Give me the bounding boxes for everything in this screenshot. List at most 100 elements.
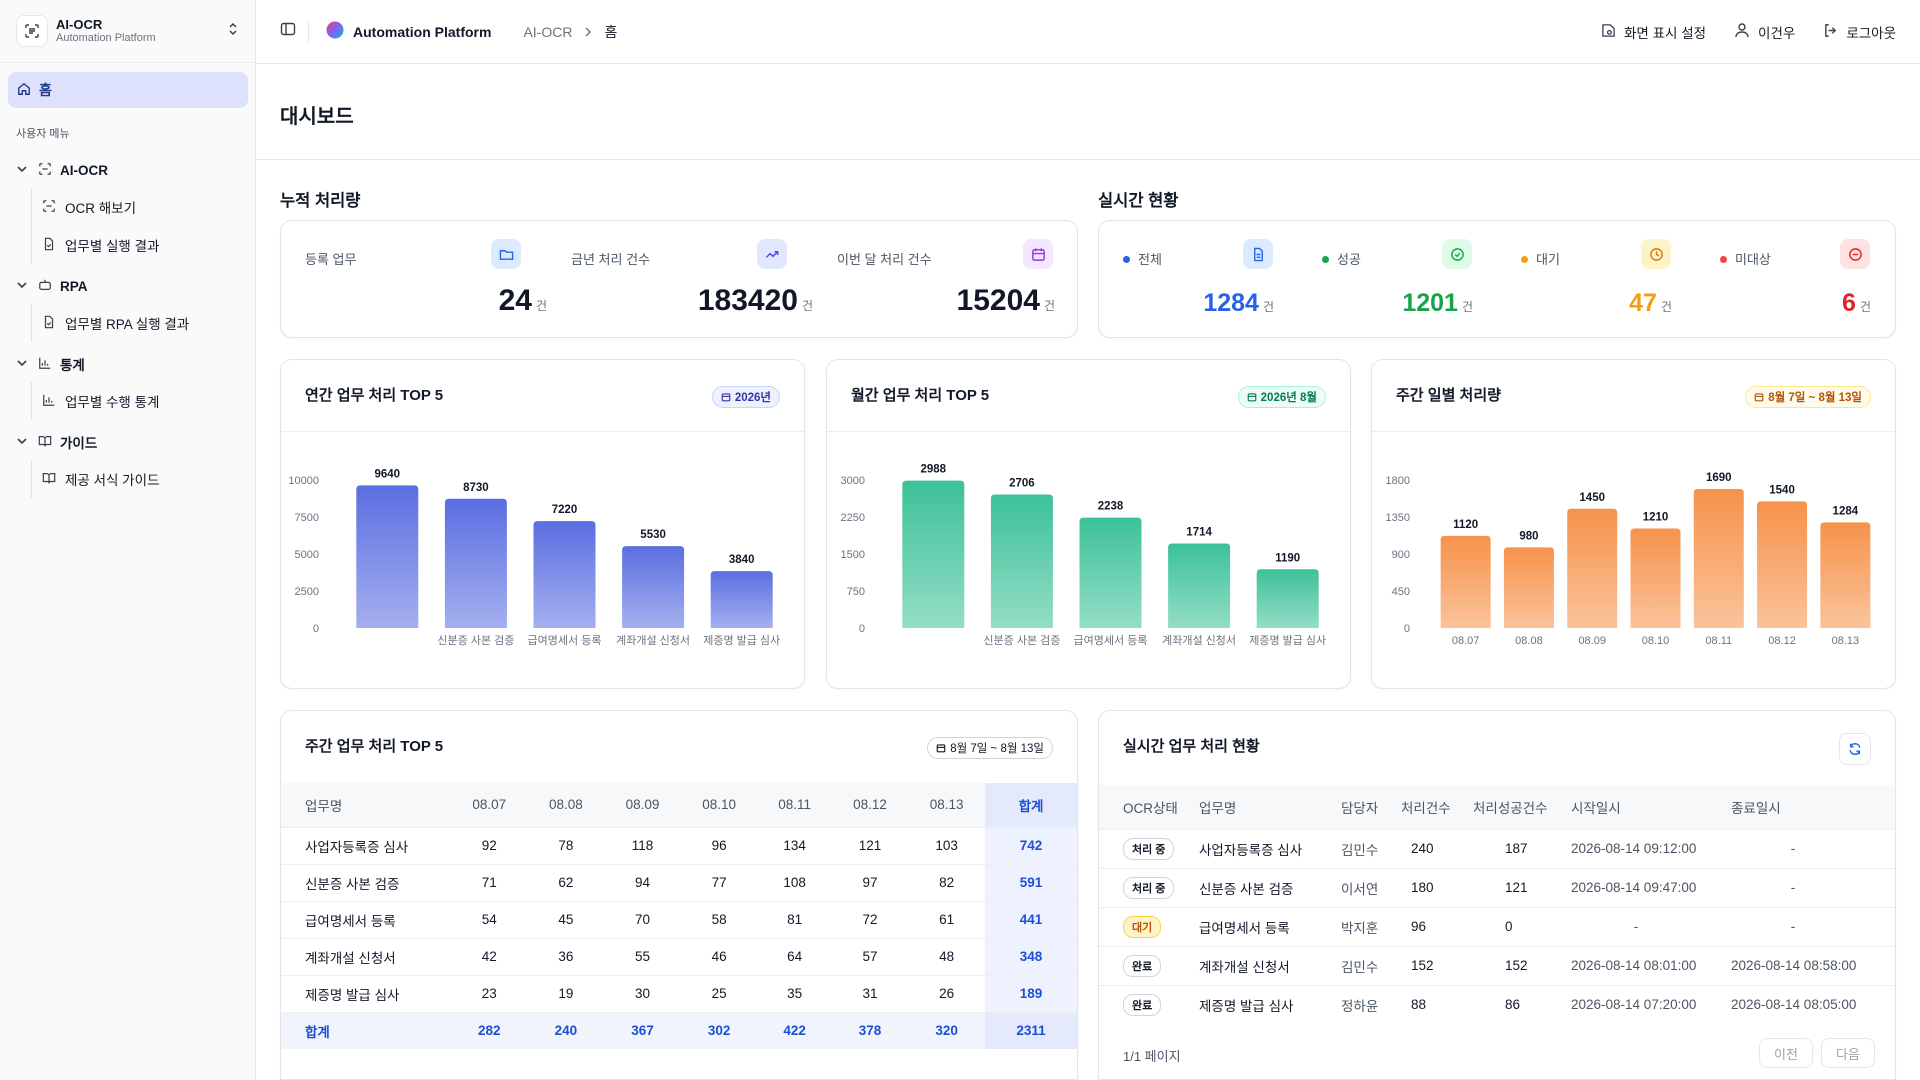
y-tick-label: 0	[1404, 623, 1410, 635]
sidebar-item-home-label: 홈	[39, 82, 52, 98]
display-settings-button[interactable]: 화면 표시 설정	[1601, 22, 1706, 42]
count-cell: 96	[680, 826, 758, 864]
sidebar-group-ai-ocr[interactable]: AI-OCR	[0, 152, 256, 188]
task-name-cell: 계좌개설 신청서	[281, 937, 451, 975]
sidebar-item-format-guide[interactable]: 제공 서식 가이드	[32, 460, 256, 498]
bar-0[interactable]	[356, 485, 419, 628]
assignee-cell: 정하윤	[1341, 984, 1401, 1024]
table-title: 실시간 업무 처리 현황	[1123, 738, 1260, 755]
sidebar-group-stats[interactable]: 통계	[0, 346, 256, 382]
bar-value-label: 2706	[1009, 478, 1035, 490]
bar-value-label: 5530	[640, 529, 666, 541]
y-tick-label: 2500	[295, 586, 319, 598]
start-time-cell: 2026-08-14 08:01:00	[1571, 945, 1731, 985]
stat-value: 15204	[956, 284, 1040, 317]
y-tick-label: 5000	[295, 549, 319, 561]
bar-4[interactable]	[1693, 489, 1744, 628]
bar-2[interactable]	[533, 521, 596, 628]
bar-5[interactable]	[1757, 501, 1808, 628]
bar-value-label: 980	[1519, 530, 1538, 542]
count-cell: 58	[680, 900, 758, 938]
refresh-button[interactable]	[1839, 733, 1871, 765]
bar-value-label: 2988	[921, 464, 947, 476]
table-row[interactable]: 완료 계좌개설 신청서 김민수 152 152 2026-08-14 08:01:00 20…	[1099, 945, 1895, 985]
table-row[interactable]: 제증명 발급 심사 23 19 30 25 35 31 26 189	[281, 974, 1077, 1012]
bar-2[interactable]	[1567, 508, 1618, 628]
bar-1[interactable]	[444, 498, 507, 628]
status-dot	[1521, 256, 1528, 263]
bar-3[interactable]	[622, 546, 685, 628]
bar-0[interactable]	[1440, 535, 1491, 628]
sidebar-item-label: 업무별 실행 결과	[65, 239, 160, 254]
sidebar-item-rpa-results[interactable]: 업무별 RPA 실행 결과	[32, 304, 256, 342]
success-count-cell: 152	[1473, 945, 1571, 985]
count-cell: 152	[1401, 945, 1473, 985]
total-cell: 합계	[281, 1011, 451, 1049]
table-row[interactable]: 처리 중 신분증 사본 검증 이서연 180 121 2026-08-14 09:47:0…	[1099, 867, 1895, 907]
sidebar-subnav: 업무별 수행 통계	[31, 382, 256, 420]
y-tick-label: 750	[847, 586, 865, 598]
bar-3[interactable]	[1630, 528, 1681, 628]
realtime-table: OCR상태 업무명 담당자 처리건수 처리성공건수 시작일시 종료일시 처리 중…	[1099, 785, 1895, 1024]
sidebar-item-label: 제공 서식 가이드	[65, 473, 160, 488]
bar-1[interactable]	[1503, 547, 1554, 628]
brand-switcher[interactable]: AI-OCR Automation Platform	[0, 0, 255, 63]
bar-3[interactable]	[1168, 543, 1231, 628]
bar-2[interactable]	[1079, 517, 1142, 628]
bar-value-label: 2238	[1098, 501, 1124, 513]
bar-0[interactable]	[902, 480, 965, 628]
realtime-card: 전체 1284 건 성공 1201 건 대기 47 건 미대상 6건	[1098, 220, 1896, 338]
sidebar-item-home[interactable]: 홈	[8, 72, 248, 108]
sidebar-group-guide[interactable]: 가이드	[0, 424, 256, 460]
breadcrumb-section[interactable]: AI-OCR	[523, 24, 572, 40]
top-actions: 화면 표시 설정 이건우 로그아웃	[1573, 22, 1896, 42]
table-row[interactable]: 계좌개설 신청서 42 36 55 46 64 57 48 348	[281, 937, 1077, 975]
table-header-row: OCR상태 업무명 담당자 처리건수 처리성공건수 시작일시 종료일시	[1099, 785, 1895, 829]
table-row[interactable]: 급여명세서 등록 54 45 70 58 81 72 61 441	[281, 900, 1077, 938]
table-row[interactable]: 대기 급여명세서 등록 박지훈 96 0- -	[1099, 906, 1895, 946]
logout-button[interactable]: 로그아웃	[1823, 22, 1896, 42]
user-menu[interactable]: 이건우	[1734, 22, 1795, 42]
next-page-button[interactable]: 다음	[1821, 1038, 1875, 1068]
realtime-title: 실시간 현황	[1098, 192, 1179, 210]
brand-subtitle: Automation Platform	[56, 32, 156, 45]
table-row[interactable]: 처리 중 사업자등록증 심사 김민수 240 187 2026-08-14 09:12:0…	[1099, 828, 1895, 868]
prev-page-button[interactable]: 이전	[1759, 1038, 1813, 1068]
table-row[interactable]: 신분증 사본 검증 71 62 94 77 108 97 82 591	[281, 863, 1077, 901]
bar-6[interactable]	[1820, 522, 1871, 628]
badge-label: 8월 7일 ~ 8월 13일	[1768, 392, 1862, 404]
chevron-up-down-icon[interactable]	[227, 22, 239, 41]
bar-4[interactable]	[710, 571, 773, 628]
stat-label: 대기	[1536, 252, 1560, 267]
page-title: 대시보드	[280, 106, 354, 128]
count-cell: 45	[527, 900, 605, 938]
total-cell: 2311	[985, 1011, 1077, 1049]
stat-value: 1284	[1203, 289, 1259, 317]
count-cell: 54	[451, 900, 528, 938]
total-cell: 591	[985, 863, 1077, 901]
chevron-down-icon	[16, 435, 30, 450]
table-row[interactable]: 완료 제증명 발급 심사 정하윤 88 86 2026-08-14 07:20:00 202…	[1099, 984, 1895, 1024]
stat-waiting: 대기 47 건	[1497, 221, 1696, 336]
x-tick-label: 급여명세서 등록	[1074, 634, 1148, 647]
sidebar-toggle-icon[interactable]	[280, 21, 296, 42]
table-row[interactable]: 사업자등록증 심사 92 78 118 96 134 121 103 742	[281, 826, 1077, 864]
sidebar-item-task-stats[interactable]: 업무별 수행 통계	[32, 382, 256, 420]
bar-1[interactable]	[990, 494, 1053, 628]
sidebar-item-ocr-results[interactable]: 업무별 실행 결과	[32, 226, 256, 264]
count-cell: 108	[757, 863, 832, 901]
end-time-cell: 2026-08-14 08:58:00	[1731, 945, 1895, 985]
y-tick-label: 1500	[841, 549, 865, 561]
x-tick-label: 제증명 발급 심사	[703, 634, 780, 647]
bar-value-label: 1284	[1833, 505, 1859, 517]
stat-unit: 건	[1043, 299, 1055, 313]
column-header: 시작일시	[1571, 785, 1731, 829]
breadcrumb-app[interactable]: Automation Platform	[353, 24, 491, 40]
sidebar-group-label: RPA	[60, 278, 88, 294]
total-cell: 742	[985, 826, 1077, 864]
sidebar-item-ocr-try[interactable]: OCR 해보기	[32, 188, 256, 226]
sidebar-group-rpa[interactable]: RPA	[0, 268, 256, 304]
weekly-daily-card: 주간 일별 처리량 8월 7일 ~ 8월 13일 0 450 900 1350 1800…	[1371, 359, 1896, 689]
stat-unit: 건	[1859, 300, 1871, 314]
bar-4[interactable]	[1256, 569, 1319, 628]
